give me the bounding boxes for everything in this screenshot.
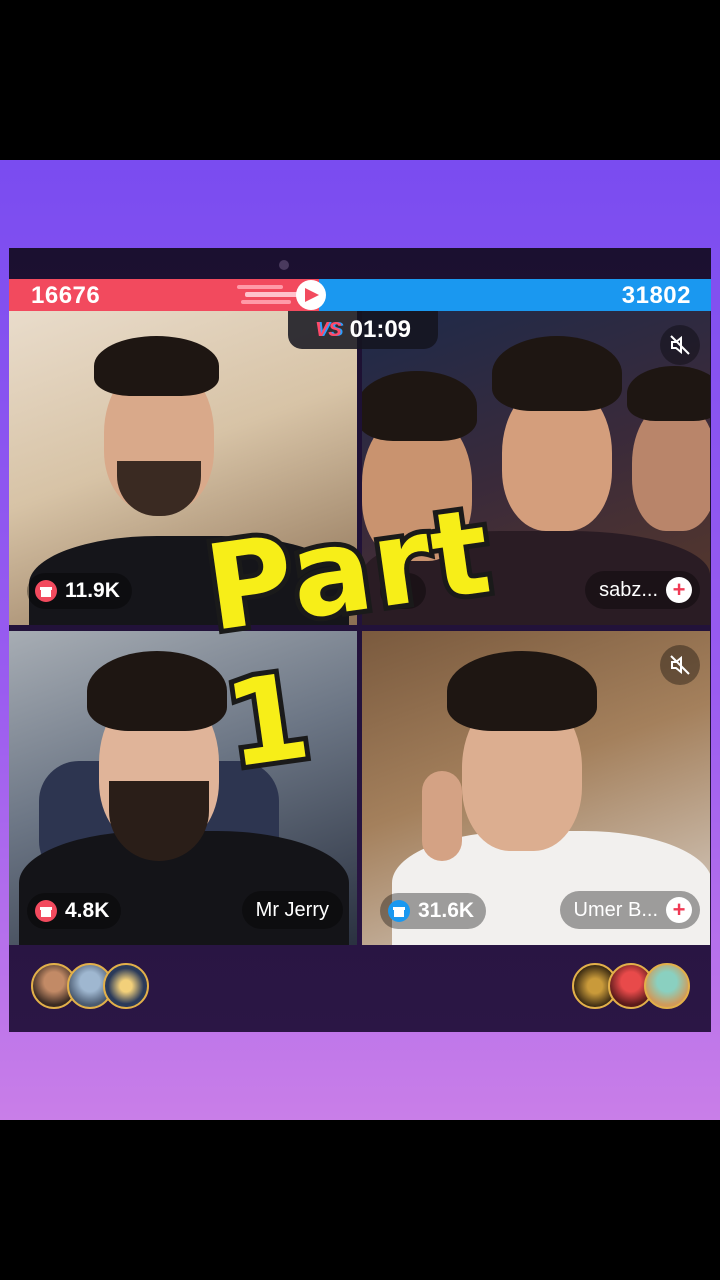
guest-hand — [422, 771, 462, 861]
battle-timer: VS 01:09 — [288, 311, 438, 349]
guest-name: Mr Jerry — [255, 898, 329, 921]
gift-count-pill: 4.8K — [27, 893, 122, 929]
bottom-letterbox — [0, 1120, 720, 1280]
gifter-avatar[interactable] — [103, 963, 149, 1009]
muted-speaker-icon — [670, 655, 690, 675]
vs-icon: VS — [314, 318, 342, 341]
part-overlay-label: Part 1 — [193, 476, 627, 799]
muted-speaker-button[interactable] — [660, 325, 700, 365]
red-gift-icon — [35, 900, 57, 922]
guest-hair — [87, 651, 227, 731]
gift-count: 4.8K — [65, 899, 110, 922]
battle-timer-text: 01:09 — [349, 316, 412, 343]
gift-count: 31.6K — [418, 899, 475, 922]
left-team-top-gifters[interactable] — [31, 963, 149, 1011]
guest-hair-b — [492, 336, 622, 411]
guest-hair-a — [362, 371, 477, 441]
left-team-score: 16676 — [31, 282, 101, 309]
follow-plus-button[interactable]: + — [666, 577, 692, 603]
battle-score-bar: 16676 31802 — [9, 279, 711, 311]
host-hair — [94, 336, 219, 396]
follow-plus-button[interactable]: + — [666, 897, 692, 923]
muted-speaker-button[interactable] — [660, 645, 700, 685]
gifter-avatar[interactable] — [644, 963, 690, 1009]
guest-name: Umer B... — [573, 898, 658, 921]
muted-speaker-icon — [670, 335, 690, 355]
camera-dot-icon — [279, 260, 289, 270]
blue-gift-icon — [388, 900, 410, 922]
red-gift-icon — [35, 580, 57, 602]
guest-hair-c — [627, 366, 710, 421]
host-beard — [117, 461, 201, 516]
right-team-score-fill: 31802 — [319, 279, 711, 311]
right-team-score: 31802 — [621, 282, 691, 309]
gift-count-pill: 11.9K — [27, 573, 132, 609]
guest-name-pill[interactable]: Umer B... + — [559, 891, 700, 929]
right-team-top-gifters[interactable] — [572, 963, 690, 1011]
score-streak-icon — [237, 280, 326, 310]
gift-count-pill: 31.6K — [380, 893, 487, 929]
part-overlay-text: Part 1 — [193, 476, 505, 799]
guest-name-pill[interactable]: Mr Jerry — [241, 891, 343, 929]
gift-count: 11.9K — [65, 579, 120, 602]
top-letterbox — [0, 0, 720, 160]
